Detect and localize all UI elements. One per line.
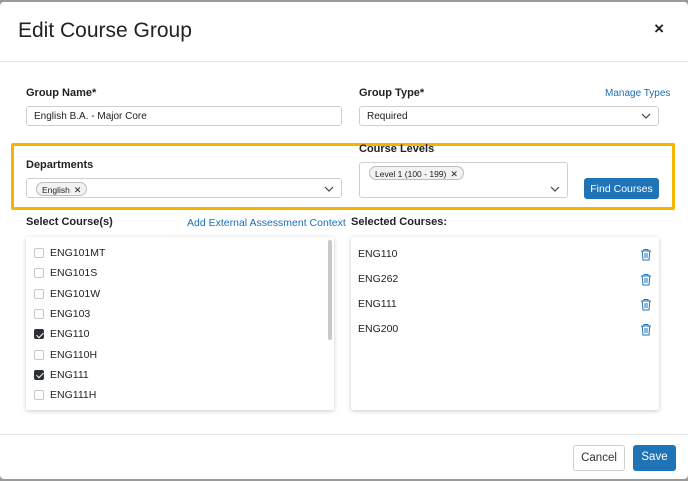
course-code: ENG110H	[50, 348, 98, 361]
course-level-chip-label: Level 1 (100 - 199)	[375, 169, 447, 179]
course-code: ENG101MT	[50, 247, 106, 259]
selected-course-item: ENG110	[358, 248, 658, 268]
modal-title: Edit Course Group	[18, 19, 192, 42]
course-code: ENG103	[50, 307, 91, 320]
checkbox-unchecked[interactable]	[34, 349, 44, 360]
save-button[interactable]: Save	[633, 445, 676, 471]
checkbox-unchecked[interactable]	[34, 288, 44, 299]
course-code: ENG101W	[50, 287, 101, 300]
departments-label: Departments	[26, 159, 94, 171]
course-code: ENG111H	[50, 389, 97, 402]
chevron-down-icon	[641, 113, 651, 119]
selected-course-item: ENG111	[358, 298, 658, 318]
departments-multiselect[interactable]: English ✕	[26, 178, 342, 198]
checkbox-checked[interactable]	[34, 369, 44, 380]
selected-course-code: ENG110	[358, 248, 398, 260]
checkbox-unchecked[interactable]	[34, 390, 44, 401]
group-type-select[interactable]: Required	[359, 106, 659, 126]
cancel-button[interactable]: Cancel	[573, 445, 625, 471]
trash-icon[interactable]	[640, 248, 652, 261]
course-code: ENG110	[50, 328, 90, 341]
course-levels-multiselect[interactable]: Level 1 (100 - 199) ✕	[359, 162, 568, 198]
close-button[interactable]: ×	[654, 20, 664, 37]
manage-types-link[interactable]: Manage Types	[605, 88, 670, 99]
trash-icon[interactable]	[640, 323, 652, 336]
group-name-label: Group Name*	[26, 87, 97, 99]
course-code: ENG111	[50, 368, 89, 381]
course-code: ENG101S	[50, 267, 98, 280]
selected-courses-panel: ENG110 ENG262 ENG111 ENG200	[351, 237, 659, 410]
selected-courses-label: Selected Courses:	[351, 216, 447, 228]
course-level-chip: Level 1 (100 - 199) ✕	[369, 166, 464, 180]
chevron-down-icon	[550, 186, 560, 192]
modal-footer: Cancel Save	[0, 434, 688, 479]
group-type-label: Group Type*	[359, 87, 425, 99]
add-external-assessment-link[interactable]: Add External Assessment Context	[187, 217, 346, 229]
selected-course-item: ENG200	[358, 323, 658, 343]
chip-remove-icon[interactable]: ✕	[450, 169, 458, 179]
course-list-scrollbar[interactable]	[328, 240, 332, 340]
selected-course-code: ENG200	[358, 323, 399, 335]
department-chip-label: English	[42, 185, 70, 195]
department-chip: English ✕	[36, 182, 88, 196]
checkbox-unchecked[interactable]	[34, 268, 44, 279]
course-code: ENG112A	[50, 409, 97, 410]
modal-header: Edit Course Group ×	[0, 2, 688, 62]
trash-icon[interactable]	[640, 273, 652, 286]
course-list-panel: ENG101MT ENG101S ENG101W ENG103 ENG110 ENG110…	[26, 237, 334, 410]
highlight-annotation	[11, 143, 675, 210]
chip-remove-icon[interactable]: ✕	[74, 185, 82, 195]
group-type-value: Required	[367, 111, 408, 122]
select-courses-label: Select Course(s)	[26, 216, 113, 228]
find-courses-button[interactable]: Find Courses	[584, 178, 659, 199]
course-levels-label: Course Levels	[359, 143, 435, 155]
checkbox-checked[interactable]	[34, 329, 44, 340]
selected-course-code: ENG111	[358, 298, 397, 310]
checkbox-unchecked[interactable]	[34, 248, 44, 258]
selected-course-code: ENG262	[358, 273, 399, 285]
checkbox-unchecked[interactable]	[34, 308, 44, 319]
chevron-down-icon	[324, 186, 334, 192]
trash-icon[interactable]	[640, 298, 652, 311]
selected-course-item: ENG262	[358, 273, 658, 293]
group-name-input[interactable]: English B.A. - Major Core	[26, 106, 342, 126]
edit-course-group-modal: Edit Course Group × Group Name* English …	[0, 2, 688, 479]
